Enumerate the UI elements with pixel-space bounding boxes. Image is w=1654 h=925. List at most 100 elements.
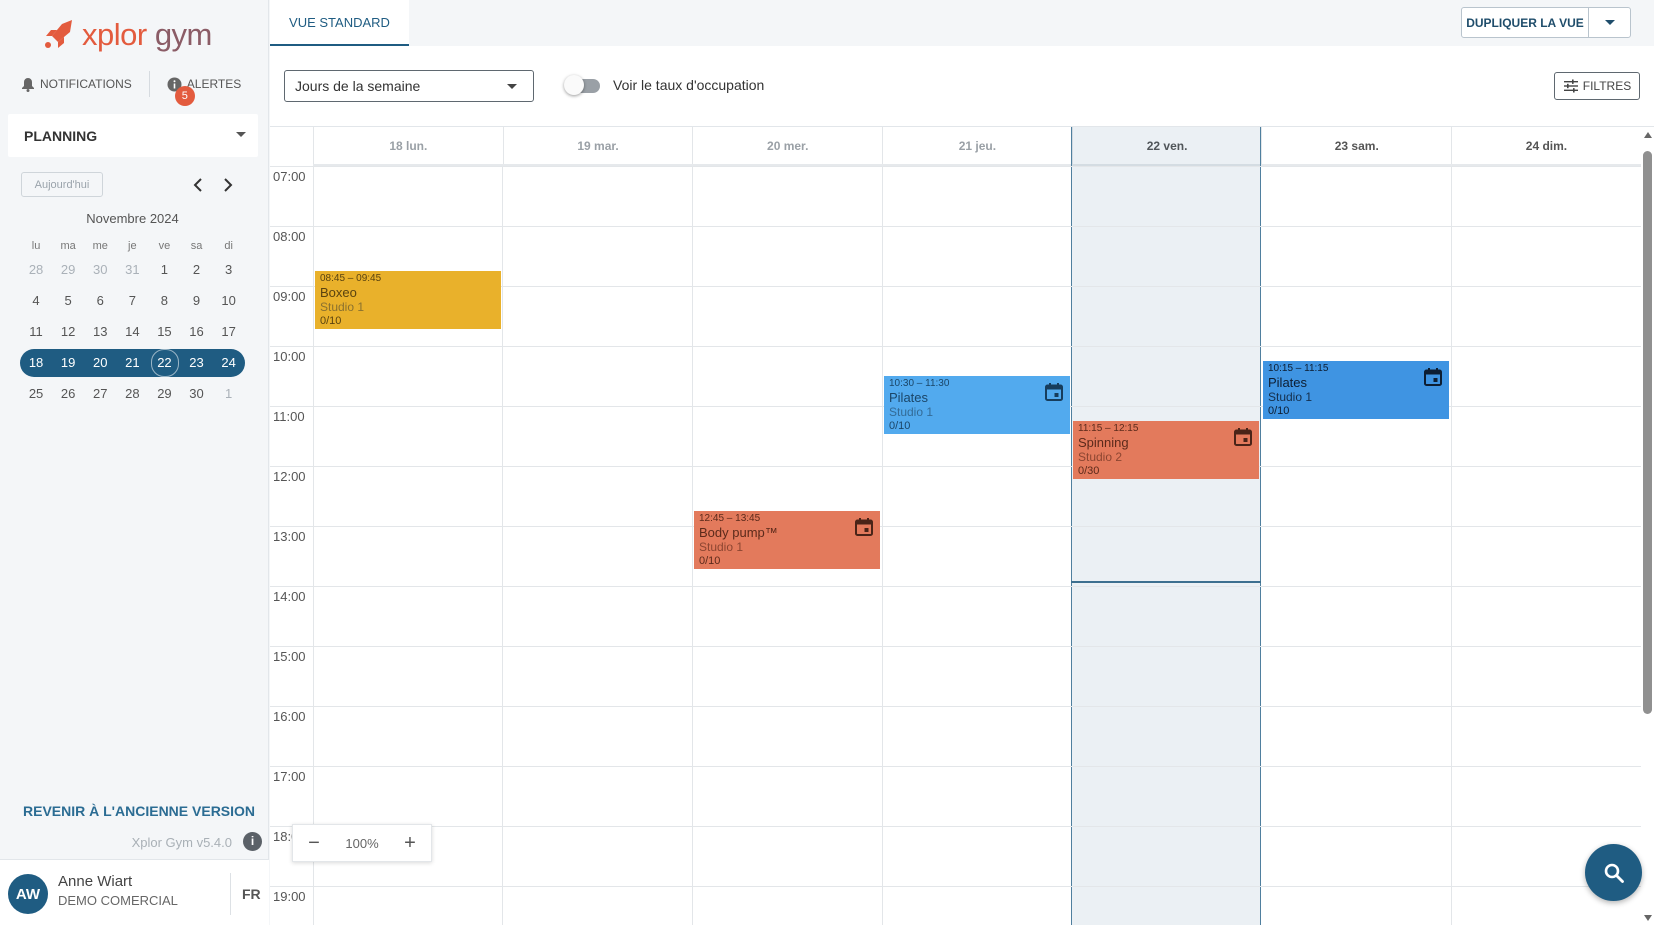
language-switch[interactable]: FR — [242, 886, 261, 902]
calendar-day[interactable]: 30 — [180, 386, 212, 401]
hour-label: 08:00 — [273, 229, 306, 244]
calendar-day[interactable]: 23 — [180, 355, 212, 370]
view-tabs: VUE STANDARD DUPLIQUER LA VUE — [270, 0, 1654, 46]
calendar-day[interactable]: 29 — [52, 262, 84, 277]
calendar-day[interactable]: 18 — [20, 355, 52, 370]
calendar-day[interactable]: 17 — [213, 324, 245, 339]
week-calendar: 18 lun. 19 mar. 20 mer. 21 jeu. 22 ven. … — [270, 126, 1654, 925]
event-time: 08:45 – 09:45 — [320, 273, 382, 284]
old-version-link[interactable]: REVENIR À L'ANCIENNE VERSION — [23, 803, 255, 819]
day-header[interactable]: 23 sam. — [1261, 127, 1451, 164]
alerts-button[interactable]: ALERTES 5 — [167, 76, 241, 106]
prev-week-button[interactable] — [188, 175, 208, 195]
logo[interactable]: xplor gym — [42, 12, 232, 56]
chevron-right-icon — [224, 178, 233, 192]
calendar-day[interactable]: 5 — [52, 293, 84, 308]
calendar-day[interactable]: 2 — [180, 262, 212, 277]
event-title: Boxeo — [320, 285, 357, 300]
avatar[interactable]: AW — [8, 874, 48, 914]
class-event[interactable]: 08:45 – 09:45 Boxeo Studio 1 0/10 — [315, 271, 501, 329]
calendar-day[interactable]: 28 — [116, 386, 148, 401]
notifications-button[interactable]: NOTIFICATIONS — [20, 76, 132, 92]
duplicate-view-button[interactable]: DUPLIQUER LA VUE — [1462, 8, 1589, 37]
next-week-button[interactable] — [218, 175, 238, 195]
vertical-scrollbar[interactable] — [1641, 127, 1654, 925]
user-divider — [230, 873, 231, 915]
hour-label: 09:00 — [273, 289, 306, 304]
weekday-label: ve — [158, 240, 171, 252]
calendar-day[interactable]: 10 — [213, 293, 245, 308]
weekday-label: sa — [190, 240, 203, 252]
calendar-day[interactable]: 6 — [84, 293, 116, 308]
planning-label: PLANNING — [24, 127, 98, 144]
scroll-up-arrow[interactable] — [1644, 132, 1652, 138]
calendar-day[interactable]: 28 — [20, 262, 52, 277]
today-button[interactable]: Aujourd'hui — [21, 172, 103, 197]
calendar-day[interactable]: 16 — [180, 324, 212, 339]
zoom-in-button[interactable]: + — [401, 832, 419, 855]
zoom-out-button[interactable]: − — [305, 832, 323, 855]
bell-icon — [20, 76, 36, 92]
calendar-day[interactable]: 20 — [84, 355, 116, 370]
calendar-day[interactable]: 27 — [84, 386, 116, 401]
mini-calendar-week: 28 29 30 31 1 2 3 — [20, 254, 245, 285]
calendar-day[interactable]: 31 — [116, 262, 148, 277]
hour-label: 13:00 — [273, 529, 306, 544]
weekday-label: me — [92, 240, 108, 252]
day-column-divider — [313, 166, 314, 925]
calendar-day[interactable]: 1 — [213, 386, 245, 401]
weekday-label: di — [224, 240, 233, 252]
tab-standard-view[interactable]: VUE STANDARD — [270, 0, 409, 46]
occupancy-toggle[interactable] — [564, 75, 600, 95]
calendar-day[interactable]: 12 — [52, 324, 84, 339]
hour-row: 12:00 — [270, 466, 1641, 526]
event-capacity: 0/10 — [1268, 405, 1290, 417]
calendar-day[interactable]: 15 — [148, 324, 180, 339]
hour-row: 19:00 — [270, 886, 1641, 925]
day-header[interactable]: 19 mar. — [502, 127, 693, 164]
calendar-day[interactable]: 13 — [84, 324, 116, 339]
hour-row: 14:00 — [270, 586, 1641, 646]
user-organization: DEMO COMERCIAL — [58, 893, 178, 908]
scroll-down-arrow[interactable] — [1644, 915, 1652, 921]
calendar-day[interactable]: 11 — [20, 324, 52, 339]
scroll-thumb[interactable] — [1643, 151, 1652, 714]
duplicate-view-menu-button[interactable] — [1589, 8, 1630, 37]
calendar-day[interactable]: 19 — [52, 355, 84, 370]
calendar-day[interactable]: 1 — [148, 262, 180, 277]
calendar-day[interactable]: 8 — [148, 293, 180, 308]
calendar-day[interactable]: 29 — [148, 386, 180, 401]
class-event[interactable]: 12:45 – 13:45 Body pump™ Studio 1 0/10 — [694, 511, 880, 569]
class-event[interactable]: 11:15 – 12:15 Spinning Studio 2 0/30 — [1073, 421, 1259, 479]
info-icon[interactable]: i — [243, 832, 262, 851]
event-capacity: 0/10 — [320, 315, 342, 327]
tune-icon — [1563, 79, 1578, 93]
calendar-day[interactable]: 25 — [20, 386, 52, 401]
top-navigation: NOTIFICATIONS ALERTES 5 — [20, 70, 255, 106]
day-header[interactable]: 24 dim. — [1451, 127, 1641, 164]
event-capacity: 0/10 — [699, 555, 721, 567]
view-mode-select[interactable]: Jours de la semaine — [284, 70, 534, 102]
filters-button[interactable]: FILTRES — [1554, 72, 1640, 100]
day-header[interactable]: 21 jeu. — [882, 127, 1072, 164]
hour-label: 15:00 — [273, 649, 306, 664]
calendar-day[interactable]: 3 — [213, 262, 245, 277]
day-header[interactable]: 18 lun. — [313, 127, 503, 164]
calendar-day[interactable]: 24 — [213, 355, 245, 370]
chevron-down-icon — [507, 84, 517, 89]
main-content: VUE STANDARD DUPLIQUER LA VUE Jours de l… — [270, 0, 1654, 925]
calendar-day-today[interactable]: 22 — [148, 349, 180, 377]
calendar-day[interactable]: 9 — [180, 293, 212, 308]
class-event[interactable]: 10:15 – 11:15 Pilates Studio 1 0/10 — [1263, 361, 1449, 419]
calendar-day[interactable]: 14 — [116, 324, 148, 339]
calendar-day[interactable]: 4 — [20, 293, 52, 308]
day-header[interactable]: 20 mer. — [692, 127, 882, 164]
calendar-day[interactable]: 26 — [52, 386, 84, 401]
class-event[interactable]: 10:30 – 11:30 Pilates Studio 1 0/10 — [884, 376, 1070, 434]
search-fab-button[interactable] — [1585, 844, 1642, 901]
planning-select[interactable]: PLANNING — [8, 114, 258, 157]
calendar-day[interactable]: 7 — [116, 293, 148, 308]
calendar-day[interactable]: 30 — [84, 262, 116, 277]
calendar-icon — [1045, 383, 1063, 401]
calendar-day[interactable]: 21 — [116, 355, 148, 370]
